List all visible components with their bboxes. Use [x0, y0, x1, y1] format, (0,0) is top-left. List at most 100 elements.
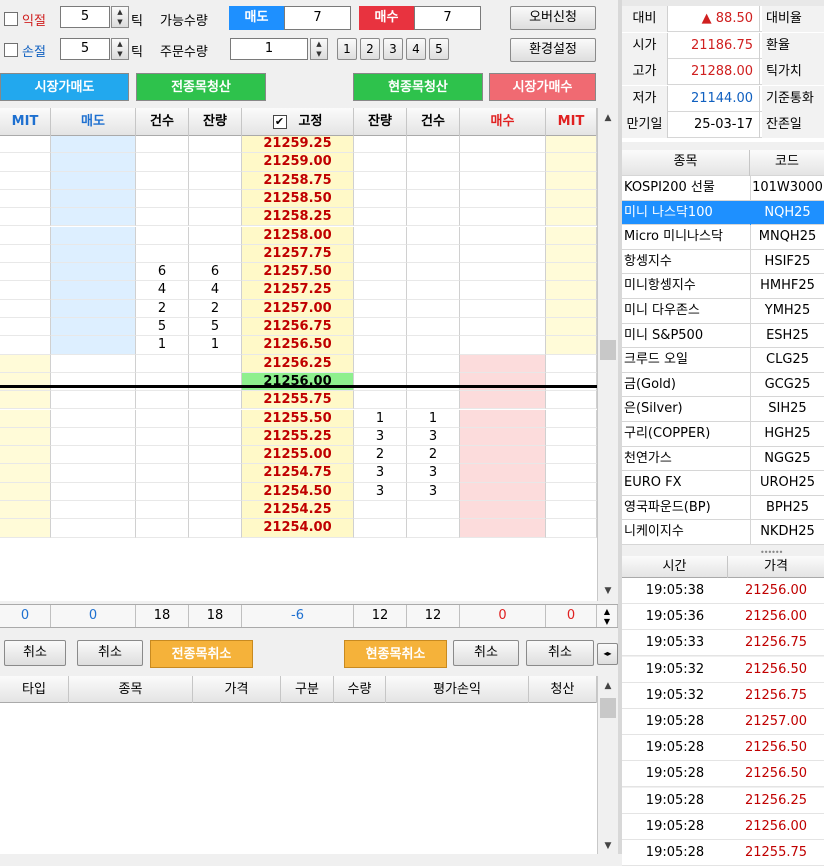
table-row[interactable]: 4 4 21257.25 [0, 281, 597, 300]
buy-rem-cell[interactable] [354, 318, 407, 337]
symbol-item[interactable]: 구리(COPPER) HGH25 [622, 421, 824, 447]
sell-rem-cell[interactable] [189, 136, 242, 154]
buy-rem-cell[interactable] [354, 208, 407, 227]
sell-cell[interactable] [51, 464, 136, 483]
buy-count-cell[interactable]: 1 [407, 409, 460, 428]
sell-cell[interactable] [51, 281, 136, 300]
scroll-down-icon[interactable]: ▼ [598, 581, 618, 601]
sell-cell[interactable] [51, 189, 136, 209]
mit-sell-cell[interactable] [0, 501, 51, 520]
mit-sell-cell[interactable] [0, 372, 51, 392]
symbol-item[interactable]: 천연가스 NGG25 [622, 446, 824, 472]
sell-count-cell[interactable] [136, 464, 189, 483]
sell-cell[interactable] [51, 153, 136, 172]
mit-buy-cell[interactable] [546, 136, 597, 154]
table-row[interactable]: 21258.25 [0, 208, 597, 227]
spin-down-icon[interactable]: ▼ [311, 49, 327, 59]
sell-cell[interactable] [51, 208, 136, 227]
table-row[interactable]: 21255.25 3 3 [0, 427, 597, 447]
mit-sell-cell[interactable] [0, 171, 51, 190]
sell-cell[interactable] [51, 318, 136, 337]
sell-rem-cell[interactable]: 5 [189, 318, 242, 337]
sell-count-cell[interactable] [136, 226, 189, 245]
sell-count-cell[interactable] [136, 208, 189, 227]
buy-count-cell[interactable] [407, 208, 460, 227]
son-checkbox[interactable] [4, 43, 18, 61]
mit-sell-cell[interactable] [0, 153, 51, 172]
buy-count-cell[interactable] [407, 189, 460, 209]
son-input[interactable]: 5 [60, 38, 110, 60]
price-cell[interactable]: 21256.50 [242, 336, 354, 355]
buy-cell[interactable] [460, 226, 546, 245]
price-cell[interactable]: 21257.75 [242, 244, 354, 264]
sell-count-cell[interactable] [136, 244, 189, 264]
sell-rem-cell[interactable] [189, 153, 242, 172]
buy-rem-cell[interactable] [354, 244, 407, 264]
sell-cell[interactable] [51, 136, 136, 154]
buy-rem-cell[interactable]: 1 [354, 409, 407, 428]
positions-scrollbar[interactable]: ▲ ▼ [597, 676, 618, 854]
cancel-mit-buy-button[interactable]: 취소 [526, 640, 594, 666]
cancel-sell-button[interactable]: 취소 [77, 640, 143, 666]
spin-up-icon[interactable]: ▲ [112, 39, 128, 49]
table-row[interactable]: 21254.00 [0, 519, 597, 538]
mit-buy-cell[interactable] [546, 153, 597, 172]
sell-rem-cell[interactable] [189, 501, 242, 520]
buy-cell[interactable] [460, 281, 546, 300]
buy-count-cell[interactable] [407, 263, 460, 282]
col-fixed[interactable]: ✔ 고정 [242, 108, 354, 136]
buy-cell[interactable] [460, 299, 546, 318]
buy-cell[interactable] [460, 336, 546, 355]
symbol-item[interactable]: 크루드 오일 CLG25 [622, 348, 824, 373]
qty-preset-3[interactable]: 3 [383, 38, 403, 60]
sell-rem-cell[interactable] [189, 171, 242, 190]
buy-cell[interactable] [460, 427, 546, 447]
sell-cell[interactable] [51, 409, 136, 428]
cancel-mit-sell-button[interactable]: 취소 [4, 640, 66, 666]
sell-count-cell[interactable] [136, 171, 189, 190]
spin-up-icon[interactable]: ▲ [112, 7, 128, 17]
mit-buy-cell[interactable] [546, 244, 597, 264]
symbol-item[interactable]: 니케이지수 NKDH25 [622, 520, 824, 545]
sell-cell[interactable] [51, 336, 136, 355]
sell-count-cell[interactable]: 5 [136, 318, 189, 337]
mit-sell-cell[interactable] [0, 446, 51, 465]
buy-rem-cell[interactable]: 3 [354, 464, 407, 483]
mit-sell-cell[interactable] [0, 318, 51, 337]
totals-spinner[interactable]: ▲ ▼ [597, 605, 618, 627]
table-row[interactable]: 21258.75 [0, 171, 597, 190]
sell-cell[interactable] [51, 427, 136, 447]
sell-rem-cell[interactable]: 2 [189, 299, 242, 318]
price-cell[interactable]: 21258.00 [242, 226, 354, 245]
mit-buy-cell[interactable] [546, 391, 597, 410]
price-cell[interactable]: 21257.00 [242, 299, 354, 318]
buy-rem-cell[interactable] [354, 263, 407, 282]
fixed-checkbox[interactable]: ✔ [272, 114, 287, 129]
buy-count-cell[interactable]: 3 [407, 427, 460, 447]
sell-count-cell[interactable] [136, 372, 189, 392]
sell-rem-cell[interactable] [189, 446, 242, 465]
mit-buy-cell[interactable] [546, 427, 597, 447]
buy-count-cell[interactable] [407, 336, 460, 355]
buy-rem-cell[interactable] [354, 501, 407, 520]
price-cell[interactable]: 21255.75 [242, 391, 354, 410]
sell-count-cell[interactable] [136, 409, 189, 428]
mit-sell-cell[interactable] [0, 354, 51, 373]
buy-cell[interactable] [460, 372, 546, 392]
symbol-item[interactable]: 항셍지수 HSIF25 [622, 249, 824, 275]
sell-cell[interactable] [51, 354, 136, 373]
table-row[interactable]: 21254.25 [0, 501, 597, 520]
mit-buy-cell[interactable] [546, 299, 597, 318]
buy-rem-cell[interactable] [354, 519, 407, 538]
price-cell[interactable]: 21258.50 [242, 189, 354, 209]
table-row[interactable]: 5 5 21256.75 [0, 318, 597, 337]
scroll-thumb[interactable] [600, 698, 616, 718]
buy-count-cell[interactable] [407, 244, 460, 264]
price-cell[interactable]: 21259.00 [242, 153, 354, 172]
order-qty-input[interactable]: 1 [230, 38, 308, 60]
sell-rem-cell[interactable] [189, 391, 242, 410]
mit-sell-cell[interactable] [0, 136, 51, 154]
sell-cell[interactable] [51, 519, 136, 538]
son-spinner[interactable]: ▲ ▼ [111, 38, 129, 60]
buy-rem-cell[interactable] [354, 336, 407, 355]
